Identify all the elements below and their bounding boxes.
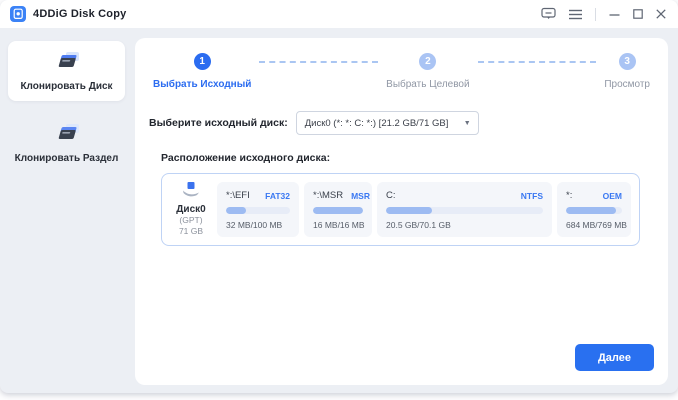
disk-size: 71 GB bbox=[178, 226, 204, 237]
titlebar: 4DDiG Disk Copy bbox=[0, 0, 678, 28]
step-label: Просмотр bbox=[604, 79, 650, 90]
partition-name: *:\EFI bbox=[226, 190, 250, 202]
disk-layout-title: Расположение исходного диска: bbox=[161, 152, 331, 164]
partition-usage-text: 20.5 GB/70.1 GB bbox=[386, 220, 451, 231]
sidebar-item-label: Клонировать Диск bbox=[20, 81, 113, 92]
app-window: 4DDiG Disk Copy Клонировать Диск Клониро… bbox=[0, 0, 678, 393]
minimize-icon[interactable] bbox=[609, 9, 620, 20]
feedback-icon[interactable] bbox=[541, 7, 556, 21]
partition-usage-text: 684 MB/769 MB bbox=[566, 220, 627, 231]
partition-usage-fill bbox=[566, 207, 616, 215]
step-preview: 3 Просмотр bbox=[604, 53, 650, 90]
partition-msr: *:\MSR MSR 16 MB/16 MB bbox=[304, 182, 372, 238]
titlebar-separator bbox=[595, 7, 596, 21]
partition-filesystem: NTFS bbox=[520, 190, 543, 201]
step-circle: 3 bbox=[618, 53, 636, 70]
chevron-down-icon: ▼ bbox=[463, 120, 471, 127]
partition-name: *: bbox=[566, 190, 573, 202]
source-disk-row: Выберите исходный диск: Диск0 (*: *: C: … bbox=[149, 111, 668, 135]
step-label: Выбрать Целевой bbox=[386, 79, 470, 90]
content-area: Клонировать Диск Клонировать Раздел 1 Вы… bbox=[0, 28, 678, 393]
main-panel: 1 Выбрать Исходный 2 Выбрать Целевой 3 П… bbox=[135, 38, 668, 385]
partition-usage-bar bbox=[313, 207, 363, 215]
step-circle: 1 bbox=[193, 53, 211, 70]
next-button[interactable]: Далее bbox=[575, 344, 654, 371]
sidebar-item-clone-disk[interactable]: Клонировать Диск bbox=[8, 41, 125, 101]
step-connector bbox=[477, 61, 597, 63]
partition-filesystem: FAT32 bbox=[265, 190, 290, 201]
step-select-source: 1 Выбрать Исходный bbox=[153, 53, 251, 90]
sidebar: Клонировать Диск Клонировать Раздел bbox=[0, 28, 133, 393]
source-disk-select[interactable]: Диск0 (*: *: C: *:) [21.2 GB/71 GB] ▼ bbox=[295, 111, 479, 135]
disk-name: Диск0 bbox=[176, 204, 206, 215]
step-connector bbox=[259, 61, 379, 63]
titlebar-controls bbox=[541, 7, 666, 21]
partition-name: C: bbox=[386, 190, 396, 202]
app-logo-icon bbox=[10, 6, 26, 22]
sidebar-item-clone-partition[interactable]: Клонировать Раздел bbox=[8, 113, 125, 173]
partition-usage-fill bbox=[313, 207, 363, 215]
partition-usage-bar bbox=[386, 207, 543, 215]
step-circle: 2 bbox=[419, 53, 437, 70]
titlebar-left: 4DDiG Disk Copy bbox=[10, 6, 126, 22]
disk-layout-card: Диск0 (GPT) 71 GB *:\EFI FAT32 32 MB/100… bbox=[161, 173, 640, 247]
partition-usage-text: 32 MB/100 MB bbox=[226, 220, 283, 231]
partition-copy-icon bbox=[53, 123, 81, 147]
partition-oem: *: OEM 684 MB/769 MB bbox=[557, 182, 631, 238]
partition-name: *:\MSR bbox=[313, 190, 344, 202]
stepper: 1 Выбрать Исходный 2 Выбрать Целевой 3 П… bbox=[135, 38, 668, 90]
disk-icon bbox=[181, 182, 201, 202]
close-icon[interactable] bbox=[656, 9, 666, 19]
partition-usage-fill bbox=[386, 207, 432, 215]
partition-usage-fill bbox=[226, 207, 247, 215]
disk-layout-section: Расположение исходного диска: Диск0 (GPT… bbox=[161, 152, 654, 247]
menu-icon[interactable] bbox=[569, 9, 582, 20]
partition-filesystem: MSR bbox=[351, 190, 370, 201]
partition-usage-text: 16 MB/16 MB bbox=[313, 220, 365, 231]
partition-usage-bar bbox=[226, 207, 290, 215]
source-disk-selected-value: Диск0 (*: *: C: *:) [21.2 GB/71 GB] bbox=[304, 117, 449, 129]
partition-filesystem: OEM bbox=[602, 190, 622, 201]
partition-c: C: NTFS 20.5 GB/70.1 GB bbox=[377, 182, 552, 238]
disk-copy-icon bbox=[53, 51, 81, 75]
disk-scheme: (GPT) bbox=[179, 215, 203, 225]
step-select-target: 2 Выбрать Целевой bbox=[386, 53, 470, 90]
disk-info: Диск0 (GPT) 71 GB bbox=[170, 182, 212, 237]
partition-efi: *:\EFI FAT32 32 MB/100 MB bbox=[217, 182, 299, 238]
app-title: 4DDiG Disk Copy bbox=[33, 8, 127, 20]
partition-usage-bar bbox=[566, 207, 622, 215]
maximize-icon[interactable] bbox=[633, 9, 643, 19]
source-disk-label: Выберите исходный диск: bbox=[149, 117, 288, 129]
sidebar-item-label: Клонировать Раздел bbox=[14, 153, 119, 164]
step-label: Выбрать Исходный bbox=[153, 79, 252, 90]
